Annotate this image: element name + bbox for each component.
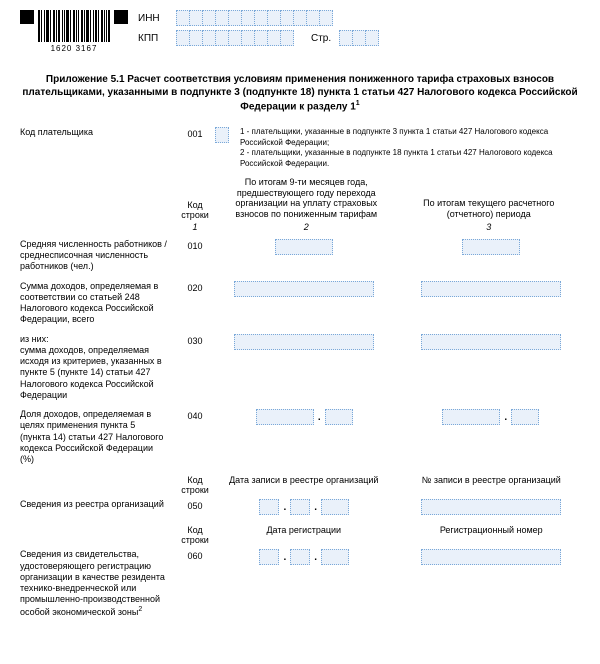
- inn-input[interactable]: [176, 10, 332, 26]
- kpp-input[interactable]: [176, 30, 293, 46]
- header-col2: По итогам 9-ти месяцев года, предшествую…: [215, 177, 398, 220]
- page-label: Стр.: [311, 33, 331, 44]
- cert-label: Сведения из свидетельства, удостоверяюще…: [20, 549, 175, 618]
- row-030: из них: сумма доходов, определяемая исхо…: [20, 334, 580, 402]
- line-code-001: 001: [175, 127, 215, 139]
- input-050-number[interactable]: [421, 499, 561, 515]
- input-060-year[interactable]: [321, 549, 349, 565]
- marker-square-left: [20, 10, 34, 24]
- input-010-col2[interactable]: [275, 239, 333, 255]
- row-060: Сведения из свидетельства, удостоверяюще…: [20, 549, 580, 618]
- payer-code-row: Код плательщика 001 1 - плательщики, ука…: [20, 127, 580, 169]
- input-050-day[interactable]: [259, 499, 279, 515]
- row-010: Средняя численность работников / среднес…: [20, 239, 580, 273]
- input-010-col3[interactable]: [462, 239, 520, 255]
- input-040-col2-dec[interactable]: [325, 409, 353, 425]
- input-060-number[interactable]: [421, 549, 561, 565]
- input-060-day[interactable]: [259, 549, 279, 565]
- row-040: Доля доходов, определяемая в целях приме…: [20, 409, 580, 465]
- barcode-block: 1620 3167: [20, 10, 128, 53]
- barcode-number: 1620 3167: [51, 44, 98, 53]
- header-col3: По итогам текущего расчетного (отчетного…: [398, 198, 581, 220]
- input-030-col2[interactable]: [234, 334, 374, 350]
- document-title: Приложение 5.1 Расчет соответствия услов…: [20, 73, 580, 113]
- document-header: 1620 3167 ИНН КПП Стр.: [20, 10, 580, 53]
- column-numbers: 1 2 3: [20, 222, 580, 233]
- payer-code-input[interactable]: [215, 127, 228, 169]
- table-header: Код строки По итогам 9-ти месяцев года, …: [20, 177, 580, 220]
- input-040-col3-int[interactable]: [442, 409, 500, 425]
- input-050-year[interactable]: [321, 499, 349, 515]
- cert-header: Код строки Дата регистрации Регистрацион…: [20, 525, 580, 545]
- payer-code-label: Код плательщика: [20, 127, 175, 138]
- input-030-col3[interactable]: [421, 334, 561, 350]
- marker-square-right: [114, 10, 128, 24]
- barcode: 1620 3167: [38, 10, 110, 53]
- decimal-dot: .: [504, 412, 507, 423]
- id-fields: ИНН КПП Стр.: [138, 10, 580, 50]
- header-code: Код строки: [175, 200, 215, 220]
- input-050-month[interactable]: [290, 499, 310, 515]
- input-020-col3[interactable]: [421, 281, 561, 297]
- row-020: Сумма доходов, определяемая в соответств…: [20, 281, 580, 326]
- input-040-col3-dec[interactable]: [511, 409, 539, 425]
- input-060-month[interactable]: [290, 549, 310, 565]
- payer-code-notes: 1 - плательщики, указанные в подпункте 3…: [228, 127, 580, 169]
- decimal-dot: .: [318, 412, 321, 423]
- input-020-col2[interactable]: [234, 281, 374, 297]
- inn-label: ИНН: [138, 13, 168, 24]
- row-050: Сведения из реестра организаций 050 . .: [20, 499, 580, 515]
- registry-header: Код строки Дата записи в реестре организ…: [20, 475, 580, 495]
- input-040-col2-int[interactable]: [256, 409, 314, 425]
- kpp-label: КПП: [138, 33, 168, 44]
- page-input[interactable]: [339, 30, 378, 46]
